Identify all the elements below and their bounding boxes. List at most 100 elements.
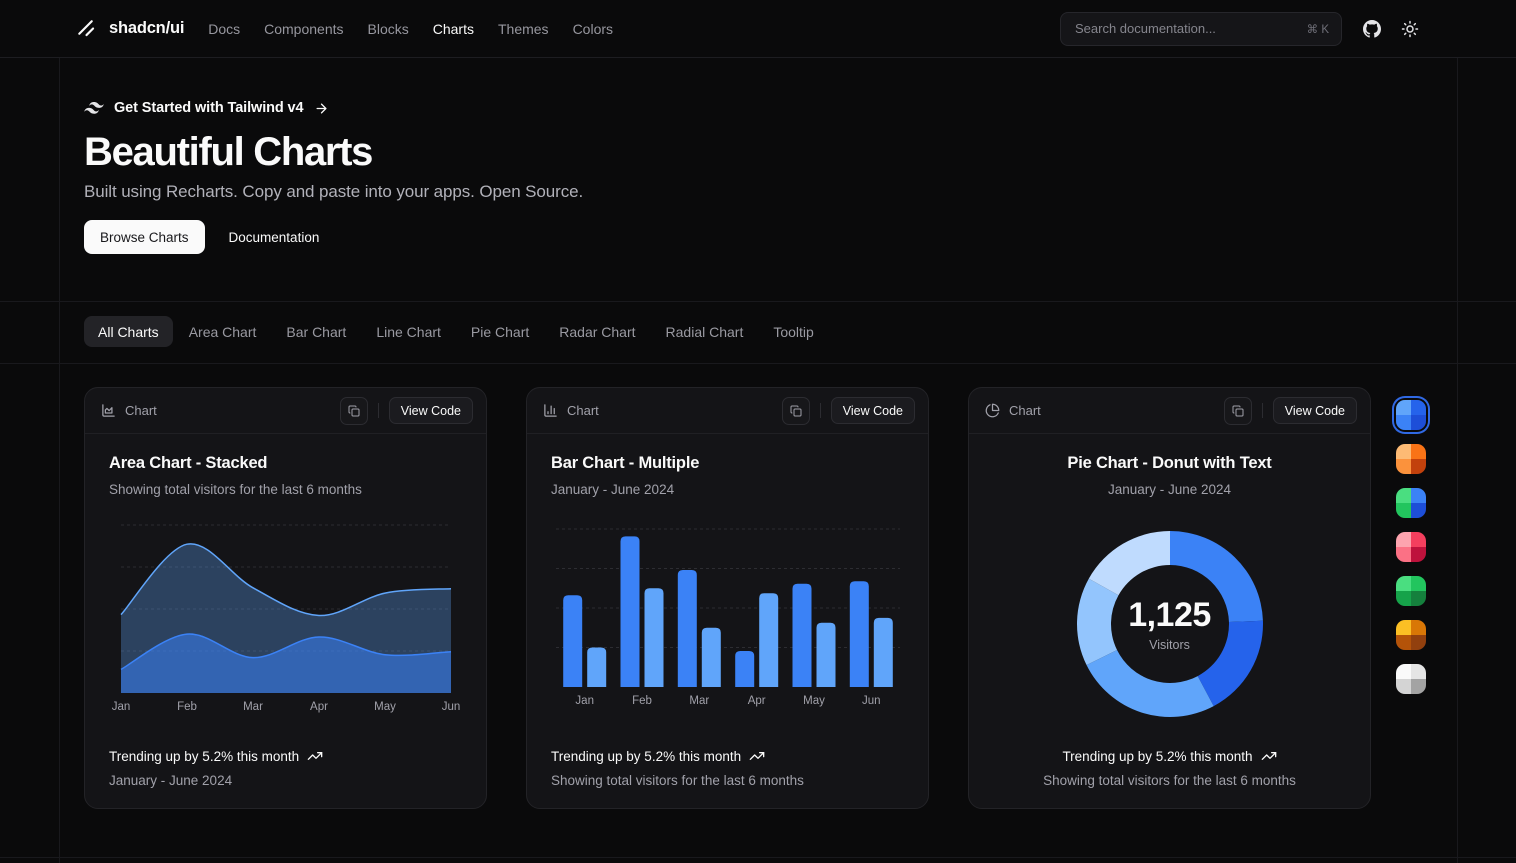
bar-chart: JanFebMarAprMayJun <box>556 529 900 711</box>
svg-text:Jan: Jan <box>111 701 130 713</box>
footer-secondary-text: Showing total visitors for the last 6 mo… <box>993 773 1346 788</box>
brand-link[interactable]: shadcn/ui <box>76 18 184 39</box>
copy-code-button[interactable] <box>340 397 368 425</box>
page-subtitle: Built using Recharts. Copy and paste int… <box>84 182 583 202</box>
chart-filter-tabs: All ChartsArea ChartBar ChartLine ChartP… <box>84 316 828 347</box>
nav-item-components[interactable]: Components <box>264 21 343 37</box>
shadcn-charts-page: shadcn/ui Docs Components Blocks Charts Them… <box>0 0 1516 863</box>
tab-all-charts[interactable]: All Charts <box>84 316 173 347</box>
donut-chart: 1,125 Visitors <box>1075 529 1265 719</box>
tab-area-chart[interactable]: Area Chart <box>175 316 271 347</box>
card-toolbar: Chart View Code <box>85 388 486 434</box>
copy-code-button[interactable] <box>782 397 810 425</box>
donut-total-label: Visitors <box>1149 638 1190 652</box>
nav-item-themes[interactable]: Themes <box>498 21 549 37</box>
svg-text:Apr: Apr <box>310 701 328 713</box>
theme-swatch-orange[interactable] <box>1396 444 1426 474</box>
trend-text: Trending up by 5.2% this month <box>551 749 741 764</box>
tab-radar-chart[interactable]: Radar Chart <box>545 316 649 347</box>
card-toolbar-actions: View Code <box>1224 397 1357 425</box>
card-description: January - June 2024 <box>551 481 904 499</box>
theme-swatch-red-pink[interactable] <box>1396 532 1426 562</box>
card-title: Area Chart - Stacked <box>109 453 462 474</box>
tab-line-chart[interactable]: Line Chart <box>362 316 455 347</box>
theme-swatch-mono[interactable] <box>1396 664 1426 694</box>
nav-item-blocks[interactable]: Blocks <box>368 21 409 37</box>
theme-swatch-blue[interactable] <box>1396 400 1426 430</box>
area-chart-icon <box>101 403 116 418</box>
page-title: Beautiful Charts <box>84 130 583 174</box>
footer-secondary-text: January - June 2024 <box>109 773 462 788</box>
tab-bar-chart[interactable]: Bar Chart <box>272 316 360 347</box>
chart-card-bar-multiple: Chart View Code Bar Chart - Multiple Jan… <box>526 387 929 809</box>
announcement-label: Get Started with Tailwind v4 <box>114 100 304 116</box>
card-toolbar-actions: View Code <box>340 397 473 425</box>
copy-code-button[interactable] <box>1224 397 1252 425</box>
search-box[interactable]: ⌘ K <box>1060 12 1342 46</box>
donut-center-text: 1,125 Visitors <box>1075 529 1265 719</box>
tab-tooltip[interactable]: Tooltip <box>759 316 827 347</box>
svg-text:Jun: Jun <box>862 695 881 707</box>
trend-text: Trending up by 5.2% this month <box>109 749 299 764</box>
card-footer: Trending up by 5.2% this month Showing t… <box>551 748 904 788</box>
brand-name: shadcn/ui <box>109 19 184 38</box>
view-code-button[interactable]: View Code <box>831 397 915 424</box>
announcement-link[interactable]: Get Started with Tailwind v4 <box>84 100 583 116</box>
view-code-button[interactable]: View Code <box>389 397 473 424</box>
toolbar-separator <box>378 403 379 418</box>
nav-item-colors[interactable]: Colors <box>573 21 613 37</box>
svg-text:May: May <box>803 695 825 707</box>
header-nav: Docs Components Blocks Charts Themes Colors <box>208 21 613 37</box>
svg-text:Jan: Jan <box>575 695 594 707</box>
section-divider-bottom <box>0 363 1516 364</box>
container-border-left <box>59 57 60 863</box>
arrow-right-icon <box>314 101 329 116</box>
tab-radial-chart[interactable]: Radial Chart <box>652 316 758 347</box>
bar-chart-icon <box>543 403 558 418</box>
toolbar-separator <box>820 403 821 418</box>
view-code-button[interactable]: View Code <box>1273 397 1357 424</box>
copy-icon <box>1232 405 1244 417</box>
card-body: Pie Chart - Donut with Text January - Ju… <box>969 434 1370 719</box>
shadcn-logo-icon <box>76 18 97 39</box>
theme-toggle-button[interactable] <box>1394 13 1426 45</box>
card-toolbar: Chart View Code <box>969 388 1370 434</box>
card-body: Area Chart - Stacked Showing total visit… <box>85 434 486 717</box>
card-footer: Trending up by 5.2% this month January -… <box>109 748 462 788</box>
page-bottom-divider <box>0 857 1516 858</box>
theme-swatch-amber[interactable] <box>1396 620 1426 650</box>
trending-up-icon <box>749 748 765 764</box>
tab-pie-chart[interactable]: Pie Chart <box>457 316 543 347</box>
theme-swatch-green[interactable] <box>1396 576 1426 606</box>
chart-card-pie-donut: Chart View Code Pie Chart - Donut with T… <box>968 387 1371 809</box>
nav-item-docs[interactable]: Docs <box>208 21 240 37</box>
documentation-button[interactable]: Documentation <box>213 220 336 254</box>
card-title: Pie Chart - Donut with Text <box>993 453 1346 474</box>
browse-charts-button[interactable]: Browse Charts <box>84 220 205 254</box>
card-body: Bar Chart - Multiple January - June 2024… <box>527 434 928 711</box>
github-icon <box>1363 20 1381 38</box>
trending-up-icon <box>307 748 323 764</box>
svg-text:Feb: Feb <box>632 695 652 707</box>
header-actions: ⌘ K <box>1060 12 1426 46</box>
tailwind-icon <box>84 102 104 114</box>
svg-text:Jun: Jun <box>441 701 460 713</box>
card-toolbar-label: Chart <box>1009 403 1041 418</box>
search-input[interactable] <box>1073 20 1299 37</box>
container-border-right <box>1457 57 1458 863</box>
theme-picker <box>1396 400 1426 694</box>
footer-secondary-text: Showing total visitors for the last 6 mo… <box>551 773 904 788</box>
card-title: Bar Chart - Multiple <box>551 453 904 474</box>
hero-section: Get Started with Tailwind v4 Beautiful C… <box>84 100 583 254</box>
area-chart: JanFebMarAprMayJun <box>121 525 451 717</box>
svg-text:Mar: Mar <box>243 701 263 713</box>
svg-text:Feb: Feb <box>177 701 197 713</box>
site-header: shadcn/ui Docs Components Blocks Charts Them… <box>0 0 1516 58</box>
card-toolbar-label: Chart <box>567 403 599 418</box>
github-button[interactable] <box>1356 13 1388 45</box>
card-toolbar: Chart View Code <box>527 388 928 434</box>
trend-text: Trending up by 5.2% this month <box>1062 749 1252 764</box>
nav-item-charts[interactable]: Charts <box>433 21 474 37</box>
theme-swatch-green-blue[interactable] <box>1396 488 1426 518</box>
section-divider-top <box>0 301 1516 302</box>
